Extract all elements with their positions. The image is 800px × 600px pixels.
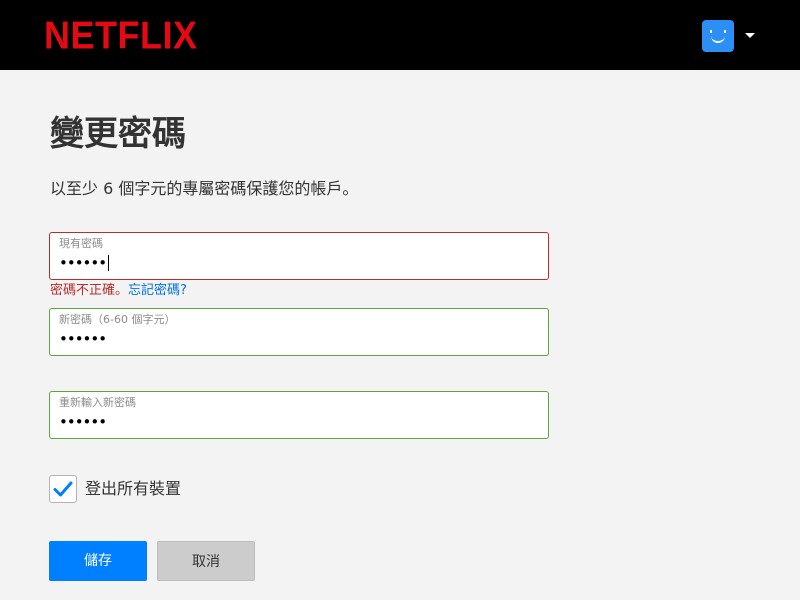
error-text: 密碼不正確。 <box>50 283 129 298</box>
cancel-button[interactable]: 取消 <box>157 541 255 581</box>
page-title: 變更密碼 <box>50 114 186 154</box>
current-password-field[interactable]: 現有密碼 •••••• <box>49 232 549 280</box>
new-password-value: •••••• <box>59 330 107 348</box>
current-password-dots: •••••• <box>59 254 107 272</box>
confirm-password-value: •••••• <box>59 413 107 431</box>
signout-all-label[interactable]: 登出所有裝置 <box>85 479 181 499</box>
caret-down-icon[interactable] <box>745 33 755 38</box>
avatar-left-eye <box>710 30 712 33</box>
new-password-label: 新密碼（6-60 個字元） <box>59 313 176 326</box>
save-button[interactable]: 儲存 <box>49 541 147 581</box>
avatar-right-eye <box>724 30 726 33</box>
current-password-label: 現有密碼 <box>59 237 103 250</box>
confirm-password-label: 重新輸入新密碼 <box>59 396 136 409</box>
new-password-field[interactable]: 新密碼（6-60 個字元） •••••• <box>49 308 549 356</box>
text-cursor <box>108 255 110 271</box>
page-subtitle: 以至少 6 個字元的專屬密碼保護您的帳戶。 <box>50 179 359 198</box>
checkmark-icon <box>53 481 73 497</box>
signout-all-checkbox[interactable] <box>49 475 77 503</box>
current-password-value: •••••• <box>59 253 110 273</box>
profile-avatar-icon[interactable] <box>702 20 734 52</box>
confirm-password-field[interactable]: 重新輸入新密碼 •••••• <box>49 391 549 439</box>
avatar-smile <box>711 36 725 43</box>
password-error-message: 密碼不正確。忘記密碼? <box>50 283 187 299</box>
top-nav-bar: NETFLIX <box>0 0 800 70</box>
forgot-password-link[interactable]: 忘記密碼? <box>128 283 187 298</box>
netflix-logo[interactable]: NETFLIX <box>44 13 198 57</box>
